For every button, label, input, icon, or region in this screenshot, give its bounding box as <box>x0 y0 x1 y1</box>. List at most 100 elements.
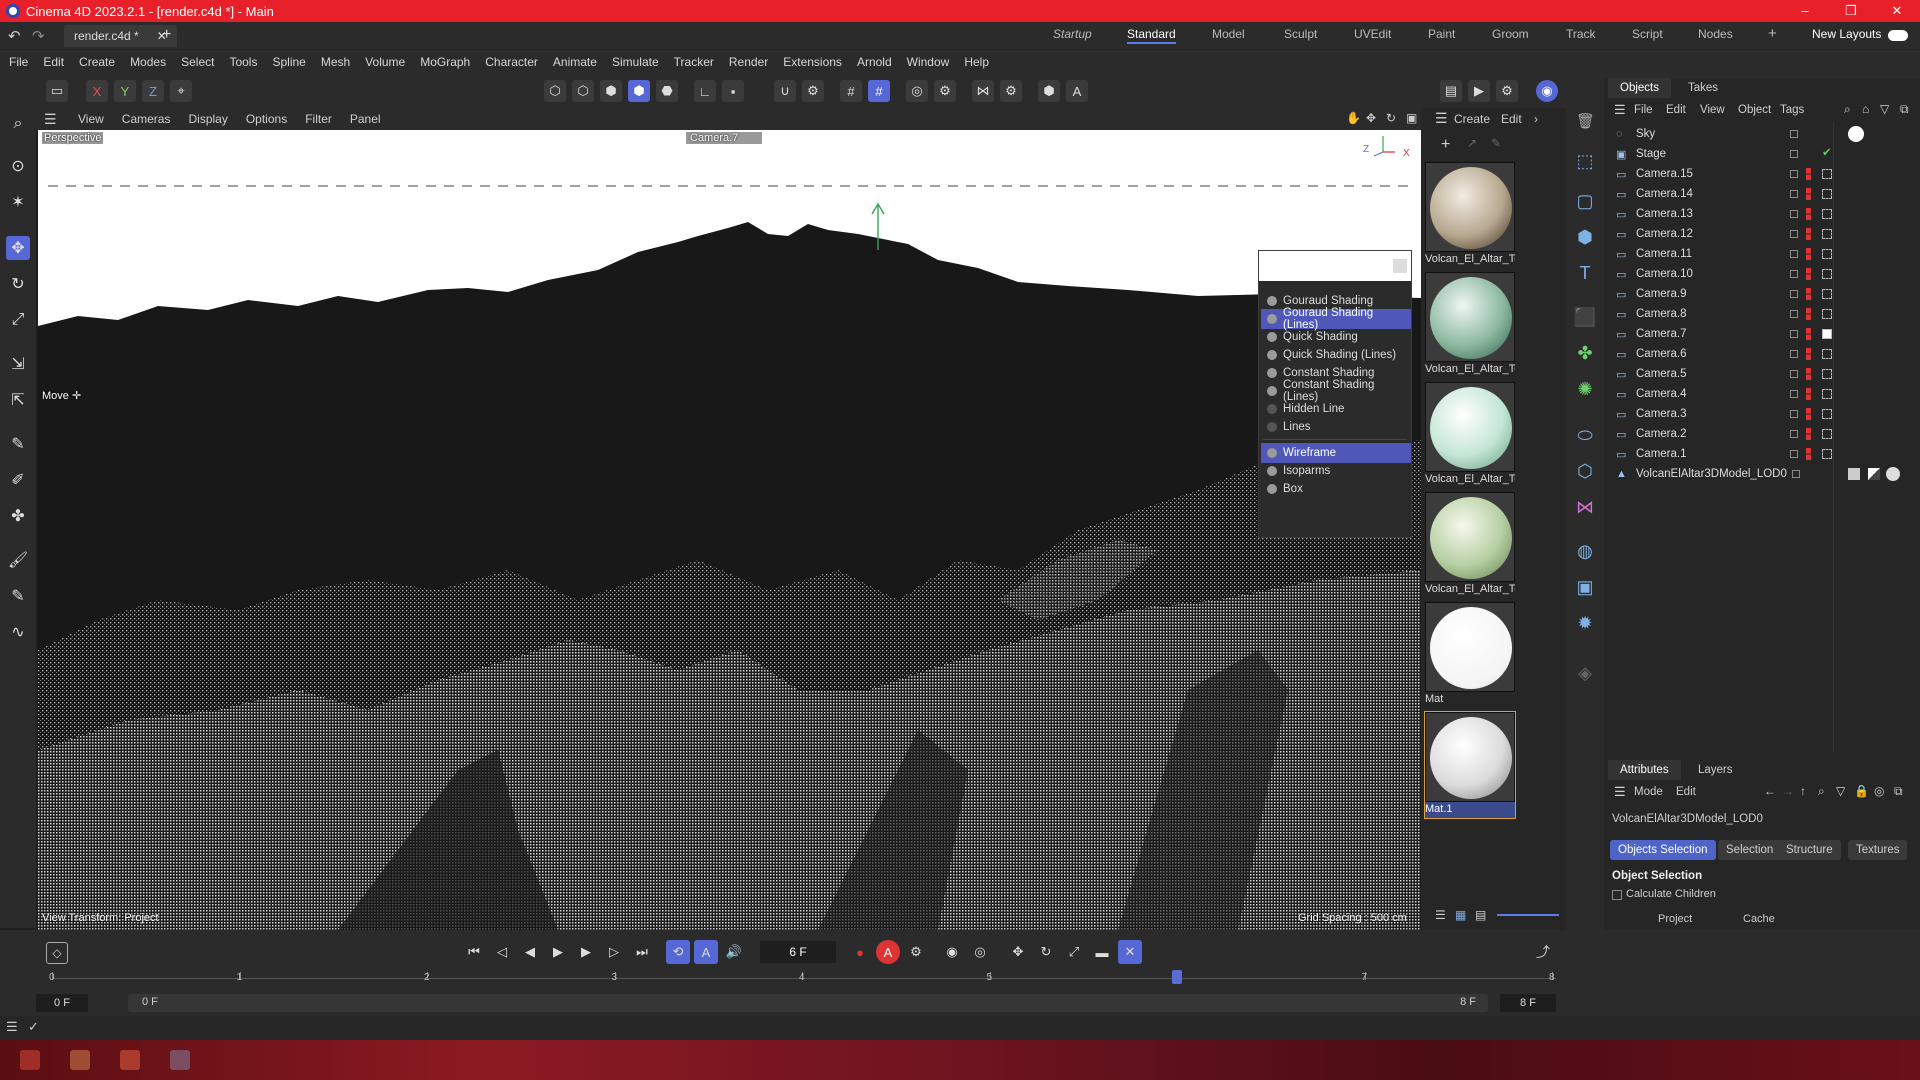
effector-icon[interactable]: ✺ <box>1572 376 1598 402</box>
grid-icon[interactable]: # <box>840 80 862 102</box>
camera-object-icon[interactable]: ▣ <box>1572 574 1598 600</box>
material-hamburger-icon[interactable]: ☰ <box>1435 110 1448 127</box>
menu-create[interactable]: Create <box>79 55 115 69</box>
list-view-icon[interactable]: ☰ <box>1435 908 1446 922</box>
objects-menu-file[interactable]: File <box>1634 104 1653 116</box>
range-slider[interactable]: 0 F 8 F <box>128 994 1488 1012</box>
menu-render[interactable]: Render <box>729 55 768 69</box>
attributes-menu-edit[interactable]: Edit <box>1676 786 1696 798</box>
grid-view-icon[interactable]: ▦ <box>1455 908 1466 922</box>
texture-mode-icon[interactable]: ▪ <box>722 80 744 102</box>
object-row-camera[interactable]: ▭ Camera.11 <box>1616 244 1916 264</box>
menu-select[interactable]: Select <box>181 55 214 69</box>
status-hamburger-icon[interactable]: ☰ <box>6 1019 18 1035</box>
environment-icon[interactable]: ◍ <box>1572 538 1598 564</box>
viewport-menu-view[interactable]: View <box>78 112 104 126</box>
layout-tab-sculpt[interactable]: Sculpt <box>1284 27 1317 41</box>
3d-viewport[interactable]: Perspective Camera.7 Z X Move ✛ View Tra… <box>38 130 1421 930</box>
keyframe-selection-icon[interactable]: ◉ <box>940 940 964 964</box>
move-tool-icon[interactable]: ✥ <box>6 236 30 260</box>
previous-key-icon[interactable]: ◁ <box>490 940 514 964</box>
edit-render-settings-icon[interactable]: ⚙ <box>1496 80 1518 102</box>
shading-quick-lines[interactable]: Quick Shading (Lines) <box>1261 345 1411 365</box>
selection-tools-icon[interactable]: ✶ <box>6 190 30 214</box>
playhead[interactable] <box>1172 970 1182 984</box>
keyframe-mode-icon[interactable]: ◇ <box>46 942 68 964</box>
taskbar-app-icon[interactable] <box>70 1050 90 1070</box>
forward-arrow-icon[interactable]: → <box>1782 784 1794 798</box>
enabled-check-icon[interactable]: ✔ <box>1822 145 1832 159</box>
playback-rate-icon[interactable]: A <box>694 940 718 964</box>
objects-hamburger-icon[interactable]: ☰ <box>1614 102 1626 118</box>
material-menu-edit[interactable]: Edit <box>1501 112 1522 126</box>
layout-tab-script[interactable]: Script <box>1632 27 1663 41</box>
search-icon[interactable]: ⌕ <box>6 112 30 136</box>
lock-y-axis-button[interactable]: Y <box>114 80 136 102</box>
layout-tab-model[interactable]: Model <box>1212 27 1245 41</box>
key-settings-icon[interactable]: ⚙ <box>904 940 928 964</box>
add-material-icon[interactable]: + <box>1441 136 1450 154</box>
tab-objects[interactable]: Objects <box>1608 78 1671 98</box>
calculate-children-checkbox[interactable] <box>1612 890 1622 900</box>
taskbar-app-icon[interactable] <box>170 1050 190 1070</box>
current-frame-field[interactable]: 6 F <box>760 941 836 963</box>
deformer-icon[interactable]: ⬭ <box>1572 422 1598 448</box>
render-picture-viewer-icon[interactable]: ▶ <box>1468 80 1490 102</box>
object-row-camera[interactable]: ▭ Camera.12 <box>1616 224 1916 244</box>
layout-tab-standard[interactable]: Standard <box>1127 27 1176 44</box>
viewport-hamburger-icon[interactable]: ☰ <box>44 111 57 128</box>
timeline-graph-icon[interactable]: ⤴ <box>1536 942 1550 962</box>
shading-lines[interactable]: Lines <box>1261 417 1411 437</box>
taskbar-app-icon[interactable] <box>20 1050 40 1070</box>
material-tag-icon[interactable] <box>1848 468 1860 480</box>
menu-simulate[interactable]: Simulate <box>612 55 659 69</box>
pan-hand-icon[interactable]: ✋ <box>1346 111 1361 125</box>
add-layout-button[interactable]: + <box>1768 25 1777 42</box>
paint-brush-icon[interactable]: 🖌 <box>6 548 30 572</box>
menu-file[interactable]: File <box>9 55 28 69</box>
objects-search-icon[interactable]: ⌕ <box>1844 102 1851 117</box>
loop-icon[interactable]: ⟲ <box>666 940 690 964</box>
generator-icon[interactable]: ⬛ <box>1572 304 1598 330</box>
object-row-camera[interactable]: ▭ Camera.2 <box>1616 424 1916 444</box>
menu-modes[interactable]: Modes <box>130 55 166 69</box>
object-row-camera[interactable]: ▭ Camera.7 <box>1616 324 1916 344</box>
material-link-icon[interactable]: ↗ <box>1467 136 1477 150</box>
objects-menu-edit[interactable]: Edit <box>1666 104 1686 116</box>
object-row-sky[interactable]: ◌ Sky <box>1616 124 1916 144</box>
solo-icon[interactable]: ◎ <box>906 80 928 102</box>
attributes-options-icon[interactable]: ◎ <box>1874 784 1884 798</box>
objects-home-icon[interactable]: ⌂ <box>1862 102 1869 116</box>
material-item[interactable]: Volcan_El_Altar_Te <box>1425 382 1515 488</box>
autokey-icon[interactable]: A <box>876 940 900 964</box>
points-mode-icon[interactable]: ⬡ <box>544 80 566 102</box>
move-view-icon[interactable]: ✥ <box>1366 111 1376 125</box>
camera-name-label[interactable]: Camera.7 <box>686 132 763 144</box>
object-row-camera[interactable]: ▭ Camera.13 <box>1616 204 1916 224</box>
spline-brush-icon[interactable]: ✐ <box>6 468 30 492</box>
viewport-render-icon[interactable]: ◉ <box>1536 80 1558 102</box>
objects-menu-object[interactable]: Object <box>1738 104 1771 116</box>
object-row-camera[interactable]: ▭ Camera.14 <box>1616 184 1916 204</box>
arnold-tools-icon[interactable]: ◈ <box>1572 660 1598 686</box>
point-level-key-icon[interactable]: ✕ <box>1118 940 1142 964</box>
add-tab-button[interactable]: + <box>162 26 171 44</box>
object-row-camera[interactable]: ▭ Camera.6 <box>1616 344 1916 364</box>
menu-mograph[interactable]: MoGraph <box>420 55 470 69</box>
object-row-camera[interactable]: ▭ Camera.1 <box>1616 444 1916 464</box>
objects-filter-icon[interactable]: ▽ <box>1880 102 1889 116</box>
lock-z-axis-button[interactable]: Z <box>142 80 164 102</box>
objects-new-window-icon[interactable]: ⧉ <box>1900 102 1909 117</box>
menu-edit[interactable]: Edit <box>43 55 64 69</box>
attributes-filter-icon[interactable]: ▽ <box>1836 784 1845 798</box>
layout-tab-startup[interactable]: Startup <box>1053 27 1092 41</box>
viewport-menu-filter[interactable]: Filter <box>305 112 332 126</box>
material-item[interactable]: Volcan_El_Altar_Te <box>1425 162 1515 268</box>
rotate-tool-icon[interactable]: ↻ <box>6 272 30 296</box>
shading-menu-pin-icon[interactable] <box>1393 259 1407 273</box>
material-item-selected[interactable]: Mat.1 <box>1424 711 1516 819</box>
knife-icon[interactable]: ✎ <box>6 584 30 608</box>
shading-hidden-line[interactable]: Hidden Line <box>1261 399 1411 419</box>
plane-icon[interactable]: ▢ <box>1572 188 1598 214</box>
param-key-icon[interactable]: ▬ <box>1090 940 1114 964</box>
